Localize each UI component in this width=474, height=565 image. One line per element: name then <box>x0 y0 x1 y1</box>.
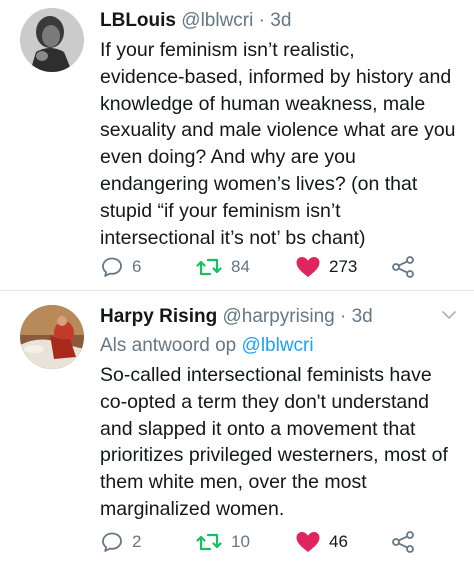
share-button[interactable] <box>390 252 416 282</box>
tweet-actions: 2 10 46 <box>100 527 430 557</box>
display-name[interactable]: LBLouis <box>100 10 176 31</box>
avatar[interactable] <box>20 8 84 72</box>
tweet-header: LBLouis @lblwcri · 3d <box>100 8 460 34</box>
avatar[interactable] <box>20 305 84 369</box>
like-button[interactable]: 46 <box>295 527 348 557</box>
tweet-text-line: If your feminism isn’t realistic, <box>100 39 355 61</box>
like-count: 273 <box>329 257 358 276</box>
tweet-text-line: sexuality and male violence what are you <box>100 119 456 142</box>
share-icon <box>392 256 414 278</box>
tweet-text-line: and slapped it onto a movement that <box>100 417 416 440</box>
reply-count: 6 <box>132 257 142 276</box>
share-button[interactable] <box>390 527 416 557</box>
tweet[interactable]: Harpy Rising @harpyrising · 3d Als antwo… <box>0 291 474 565</box>
reply-context-label: Als antwoord op <box>100 335 237 356</box>
retweet-icon <box>196 533 222 551</box>
user-handle[interactable]: @lblwcri <box>181 10 253 31</box>
tweet-text: If your feminism isn’t realistic, eviden… <box>100 37 460 251</box>
timestamp[interactable]: 3d <box>352 306 373 327</box>
retweet-icon <box>196 258 222 276</box>
retweet-count: 84 <box>231 257 250 276</box>
retweet-count: 10 <box>231 532 250 551</box>
tweet-text-line: even doing? And why are you <box>100 146 356 169</box>
tweet-actions: 6 84 273 <box>100 252 430 282</box>
like-button[interactable]: 273 <box>295 252 357 282</box>
tweet-text-line: evidence-based, informed by history and <box>100 65 452 88</box>
timestamp[interactable]: 3d <box>270 10 291 31</box>
tweet-text-line: intersectional it’s not’ bs chant) <box>100 226 366 249</box>
reply-count: 2 <box>132 532 142 551</box>
tweet-content: LBLouis @lblwcri · 3d If your feminism i… <box>100 8 460 251</box>
heart-icon <box>296 257 320 277</box>
like-count: 46 <box>329 532 348 551</box>
tweet[interactable]: LBLouis @lblwcri · 3d If your feminism i… <box>0 0 474 290</box>
reply-icon <box>102 532 122 552</box>
tweet-text-line: them white men, over the most <box>100 471 367 494</box>
separator: · <box>258 10 265 31</box>
tweet-text-line: marginalized women. <box>100 497 285 520</box>
share-icon <box>392 531 414 553</box>
user-handle[interactable]: @harpyrising <box>222 306 334 327</box>
tweet-header: Harpy Rising @harpyrising · 3d <box>100 304 460 330</box>
tweet-text-line: co-opted a term they don't understand <box>100 390 429 413</box>
reply-mention-link[interactable]: @lblwcri <box>242 335 314 356</box>
separator: · <box>339 306 347 327</box>
retweet-button[interactable]: 10 <box>195 527 250 557</box>
tweet-text: So-called intersectional feminists have … <box>100 362 460 523</box>
reply-icon <box>102 257 122 277</box>
reply-context: Als antwoord op @lblwcri <box>100 332 460 359</box>
tweet-text-line: knowledge of human weakness, male <box>100 92 426 115</box>
reply-button[interactable]: 2 <box>100 527 141 557</box>
chevron-down-icon[interactable] <box>440 306 458 324</box>
tweet-text-line: stupid “if your feminism isn’t <box>100 199 341 222</box>
display-name[interactable]: Harpy Rising <box>100 306 217 327</box>
tweet-content: Harpy Rising @harpyrising · 3d Als antwo… <box>100 304 460 523</box>
tweet-text-line: endangering women’s lives? (on that <box>100 172 418 195</box>
reply-button[interactable]: 6 <box>100 252 141 282</box>
retweet-button[interactable]: 84 <box>195 252 250 282</box>
tweet-text-line: prioritizes privileged westerners, most … <box>100 444 448 467</box>
tweet-text-line: So-called intersectional feminists have <box>100 364 432 386</box>
heart-icon <box>296 532 320 552</box>
